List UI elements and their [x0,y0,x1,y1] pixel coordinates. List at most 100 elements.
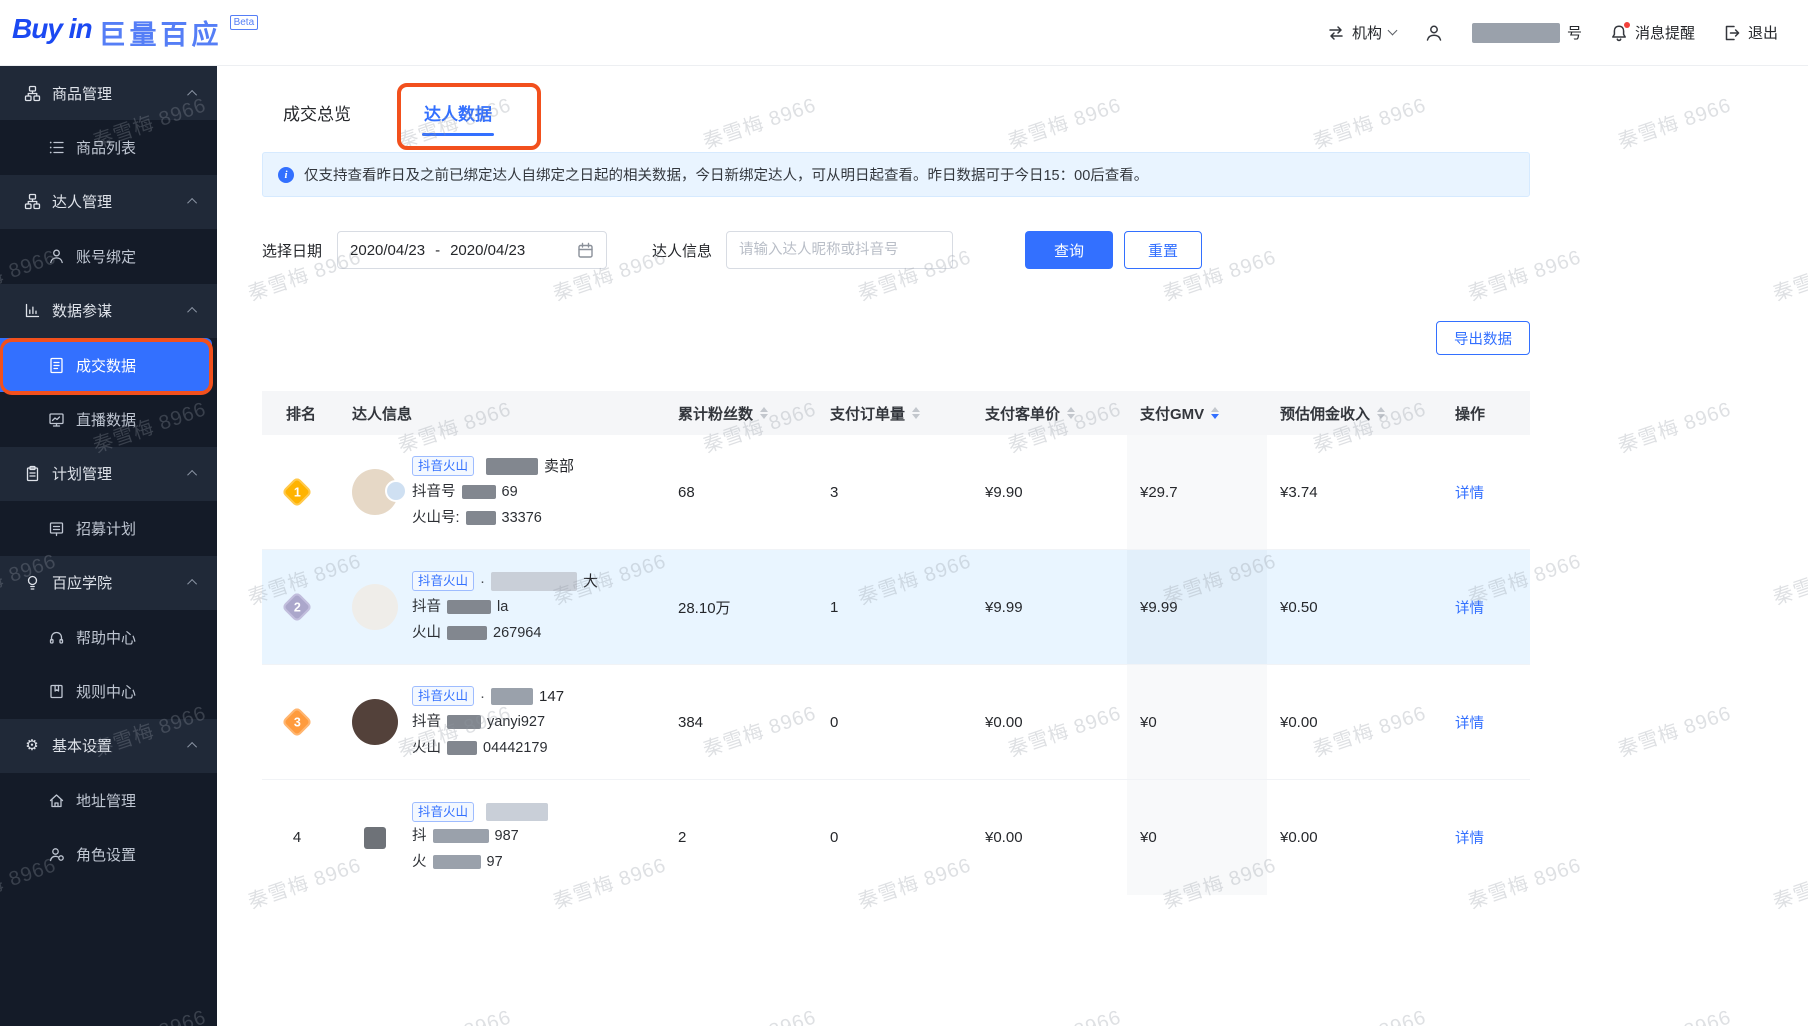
logout-button[interactable]: 退出 [1723,22,1778,43]
col-label: 累计粉丝数 [678,405,754,423]
platform-tag: 抖音火山 [412,686,475,706]
col-header-orders[interactable]: 支付订单量 [822,403,977,424]
rank-cell: 4 [262,829,352,846]
profile-button[interactable] [1424,23,1444,43]
douyin-id-line: 抖 987 [412,825,554,848]
col-header-talent-info: 达人信息 [352,403,672,424]
sidebar-item-live-data[interactable]: 直播数据 [0,392,217,447]
notifications-label: 消息提醒 [1634,25,1695,42]
unit-price: ¥0.00 [985,829,1023,846]
tab-transaction-overview[interactable]: 成交总览 [283,88,351,136]
chevron-down-icon [1387,25,1398,36]
lightbulb-icon [23,574,41,591]
query-button[interactable]: 查询 [1025,231,1114,269]
logout-label: 退出 [1747,25,1778,42]
top-header: Buy in 巨量百应 Beta 机构 号 消息提醒 退出 [0,0,1808,66]
notifications-button[interactable]: 消息提醒 [1610,21,1695,43]
tab-talent-data[interactable]: 达人数据 [422,88,494,136]
org-switcher[interactable]: 机构 [1327,22,1398,43]
avatar [352,469,407,515]
detail-link[interactable]: 详情 [1455,831,1484,847]
sidebar-item-plan-management[interactable]: 计划管理 [0,446,217,502]
sort-carets-icon[interactable] [1067,406,1076,420]
sidebar-item-recruit-plan[interactable]: 招募计划 [0,501,217,556]
sort-carets-icon[interactable] [1377,406,1386,420]
redacted-name [486,457,539,475]
account-name-suffix: 号 [1566,25,1582,42]
col-label: 操作 [1455,405,1486,423]
sidebar-item-product-list[interactable]: 商品列表 [0,120,217,175]
talent-search-input[interactable] [726,231,954,269]
sidebar-item-rules-center[interactable]: 规则中心 [0,664,217,719]
info-banner: i 仅支持查看昨日及之前已绑定达人自绑定之日起的相关数据，今日新绑定达人，可从明… [262,152,1530,197]
detail-link[interactable]: 详情 [1455,716,1484,732]
logout-icon [1723,24,1741,42]
table-row: 1 抖音火山 卖部 抖音号 69 火山号: 33376 68 3 ¥9.90 ¥… [262,435,1530,550]
action-cell: 详情 [1435,827,1530,848]
col-header-fans[interactable]: 累计粉丝数 [672,403,822,424]
talent-cell: 抖音火山 抖 987 火 97 [352,801,672,874]
sidebar-item-address-management[interactable]: 地址管理 [0,773,217,828]
redacted-id [432,829,489,843]
sort-carets-icon[interactable] [1211,406,1220,420]
redacted-name [486,802,549,821]
talent-filter-group: 达人信息 [652,231,954,269]
col-header-unit-price[interactable]: 支付客单价 [977,403,1127,424]
talent-name: 卖部 [544,457,575,475]
page: Buy in 巨量百应 Beta 机构 号 消息提醒 退出 商品管理 商品列表 … [0,0,1808,1026]
sidebar-item-help-center[interactable]: 帮助中心 [0,609,217,665]
sidebar-item-product-management[interactable]: 商品管理 [0,66,217,121]
col-header-commission[interactable]: 预估佣金收入 [1267,403,1435,424]
talent-name-line: 抖音火山 · 147 [412,685,564,708]
huoshan-id-suffix: 04442179 [483,739,548,756]
huoshan-id-prefix: 火 [412,853,427,870]
date-range-picker[interactable]: 2020/04/23 - 2020/04/23 [337,231,608,269]
redacted-id [447,715,481,729]
export-data-button[interactable]: 导出数据 [1436,321,1530,355]
unit-price: ¥9.90 [985,483,1023,501]
col-header-gmv[interactable]: 支付GMV [1127,403,1267,424]
sort-carets-icon[interactable] [912,406,921,420]
products-icon [23,85,41,102]
list-icon [47,139,65,156]
talent-management-icon [23,193,41,210]
swap-icon [1327,24,1345,42]
col-label: 支付GMV [1140,405,1205,423]
sidebar-item-label: 直播数据 [76,412,137,430]
sidebar-item-talent-management[interactable]: 达人管理 [0,174,217,230]
sidebar-item-transaction-data[interactable]: 成交数据 [0,337,212,393]
paid-orders: 1 [830,598,839,616]
notification-dot [1623,21,1630,28]
sidebar-item-role-settings[interactable]: 角色设置 [0,827,217,882]
sidebar-item-academy[interactable]: 百应学院 [0,555,217,610]
sidebar-item-label: 百应学院 [52,575,113,593]
gmv-value: ¥0 [1127,780,1267,895]
fans-count: 28.10万 [678,599,731,617]
platform-tag: 抖音火山 [412,571,475,591]
reset-button[interactable]: 重置 [1124,231,1203,269]
detail-link[interactable]: 详情 [1455,486,1484,502]
huoshan-id-prefix: 火山 [412,739,441,756]
huoshan-id-line: 火山号: 33376 [412,507,574,530]
douyin-id-prefix: 抖音 [412,598,441,615]
detail-link[interactable]: 详情 [1455,601,1484,617]
col-label: 预估佣金收入 [1280,405,1371,423]
bar-chart-icon [23,302,41,319]
date-filter-label: 选择日期 [262,242,323,260]
sidebar-item-basic-settings[interactable]: ⚙ 基本设置 [0,718,217,774]
douyin-id-prefix: 抖音 [412,713,441,730]
avatar [352,699,398,745]
sidebar-item-account-binding[interactable]: 账号绑定 [0,229,217,284]
sort-carets-icon[interactable] [760,406,769,420]
sidebar-item-label: 帮助中心 [76,629,137,647]
rank-badge-silver: 2 [281,591,313,623]
home-icon [47,792,65,809]
date-start: 2020/04/23 [350,241,426,259]
action-cell: 详情 [1435,712,1530,733]
sidebar-item-label: 角色设置 [76,847,137,865]
rank-number: 4 [292,829,302,846]
sidebar-item-data-advisor[interactable]: 数据参谋 [0,283,217,338]
douyin-id-prefix: 抖 [412,827,427,844]
chevron-up-icon [187,89,198,100]
date-separator: - [435,241,441,259]
